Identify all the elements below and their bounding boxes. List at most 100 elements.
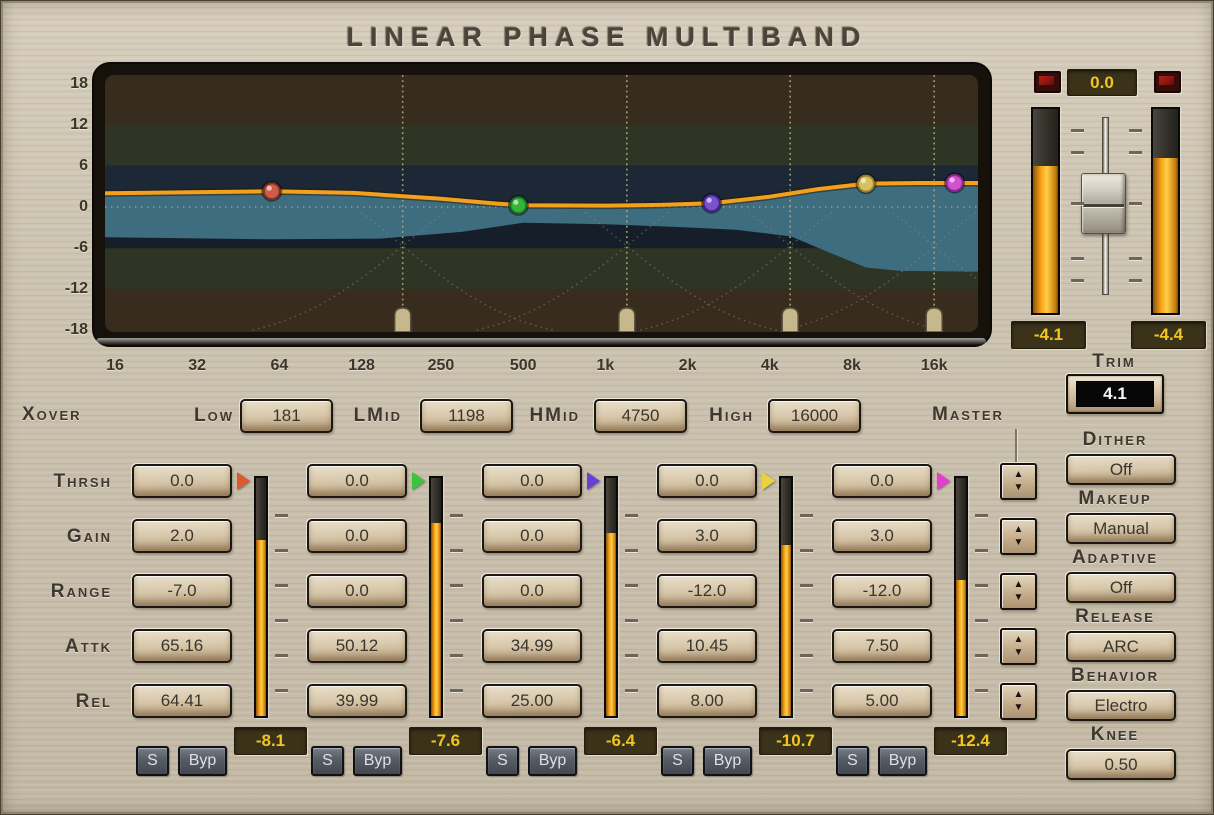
clip-light-left[interactable]: [1034, 71, 1061, 93]
spinner-up-icon[interactable]: ▲: [1014, 635, 1024, 645]
high-mid-attk-value[interactable]: 10.45: [657, 629, 757, 663]
master-rel-spinner[interactable]: ▲▼: [1000, 683, 1037, 720]
trim-display-frame[interactable]: 4.1: [1066, 374, 1164, 414]
high-gain-value[interactable]: 3.0: [832, 519, 932, 553]
high-range-value[interactable]: -12.0: [832, 574, 932, 608]
master-range-spinner[interactable]: ▲▼: [1000, 573, 1037, 610]
db-tick-label: 0: [36, 198, 88, 216]
freq-tick-label: 8k: [827, 357, 877, 375]
master-thrsh-spinner[interactable]: ▲▼: [1000, 463, 1037, 500]
adaptive-button[interactable]: Off: [1066, 572, 1176, 603]
xover-hmid-value[interactable]: 4750: [594, 399, 687, 433]
spinner-down-icon[interactable]: ▼: [1014, 538, 1024, 548]
low-mid-band-marker[interactable]: [509, 196, 528, 215]
spinner-up-icon[interactable]: ▲: [1014, 525, 1024, 535]
low-attk-value[interactable]: 65.16: [132, 629, 232, 663]
mid-rel-value[interactable]: 25.00: [482, 684, 582, 718]
fader-tick: [1129, 151, 1142, 154]
low-threshold-arrow-icon[interactable]: [237, 472, 250, 490]
high-rel-value[interactable]: 5.00: [832, 684, 932, 718]
high-mid-thrsh-value[interactable]: 0.0: [657, 464, 757, 498]
fader-tick: [1129, 279, 1142, 282]
high-band-marker[interactable]: [945, 173, 964, 192]
mid-gain-value[interactable]: 0.0: [482, 519, 582, 553]
high-mid-gain-value[interactable]: 3.0: [657, 519, 757, 553]
spinner-down-icon[interactable]: ▼: [1014, 703, 1024, 713]
dither-button[interactable]: Off: [1066, 454, 1176, 485]
low-solo-button[interactable]: S: [136, 746, 169, 776]
mid-bypass-button[interactable]: Byp: [528, 746, 577, 776]
mid-thrsh-value[interactable]: 0.0: [482, 464, 582, 498]
crossover-handle[interactable]: [926, 308, 942, 332]
low-mid-threshold-arrow-icon[interactable]: [412, 472, 425, 490]
output-fader-knob[interactable]: [1081, 173, 1126, 234]
clip-light-right[interactable]: [1154, 71, 1181, 93]
low-mid-meter-tick: [450, 619, 463, 622]
output-gain-display[interactable]: 0.0: [1067, 69, 1137, 96]
xover-lmid-value[interactable]: 1198: [420, 399, 513, 433]
mid-meter-tick: [625, 619, 638, 622]
high-solo-button[interactable]: S: [836, 746, 869, 776]
mid-meter-readout: -6.4: [584, 727, 657, 755]
low-mid-bypass-button[interactable]: Byp: [353, 746, 402, 776]
high-thrsh-value[interactable]: 0.0: [832, 464, 932, 498]
low-rel-value[interactable]: 64.41: [132, 684, 232, 718]
crossover-handle[interactable]: [619, 308, 635, 332]
high-mid-range-value[interactable]: -12.0: [657, 574, 757, 608]
mid-meter-tick: [625, 584, 638, 587]
high-mid-solo-button[interactable]: S: [661, 746, 694, 776]
high-gr-meter-fill: [956, 580, 966, 716]
low-bypass-button[interactable]: Byp: [178, 746, 227, 776]
mid-range-value[interactable]: 0.0: [482, 574, 582, 608]
multiband-graph[interactable]: [92, 62, 992, 347]
spinner-up-icon[interactable]: ▲: [1014, 470, 1024, 480]
low-mid-meter-tick: [450, 549, 463, 552]
low-mid-range-value[interactable]: 0.0: [307, 574, 407, 608]
high-mid-threshold-arrow-icon[interactable]: [762, 472, 775, 490]
low-mid-attk-value[interactable]: 50.12: [307, 629, 407, 663]
low-mid-thrsh-value[interactable]: 0.0: [307, 464, 407, 498]
mid-threshold-arrow-icon[interactable]: [587, 472, 600, 490]
spinner-up-icon[interactable]: ▲: [1014, 690, 1024, 700]
freq-tick-label: 16k: [909, 357, 959, 375]
xover-label: Xover: [22, 405, 82, 424]
spinner-down-icon[interactable]: ▼: [1014, 593, 1024, 603]
xover-low-value[interactable]: 181: [240, 399, 333, 433]
low-range-value[interactable]: -7.0: [132, 574, 232, 608]
mid-solo-button[interactable]: S: [486, 746, 519, 776]
db-tick-label: -18: [36, 321, 88, 339]
low-mid-gain-value[interactable]: 0.0: [307, 519, 407, 553]
row-label-thrsh: Thrsh: [12, 472, 112, 491]
knee-button[interactable]: 0.50: [1066, 749, 1176, 780]
release-button[interactable]: ARC: [1066, 631, 1176, 662]
master-gain-spinner[interactable]: ▲▼: [1000, 518, 1037, 555]
spinner-down-icon[interactable]: ▼: [1014, 648, 1024, 658]
row-label-range: Range: [12, 582, 112, 601]
high-mid-band-marker[interactable]: [856, 174, 875, 193]
high-threshold-arrow-icon[interactable]: [937, 472, 950, 490]
low-band-marker[interactable]: [262, 182, 281, 201]
xover-hmid-label: HMid: [512, 406, 580, 425]
low-gain-value[interactable]: 2.0: [132, 519, 232, 553]
high-mid-bypass-button[interactable]: Byp: [703, 746, 752, 776]
spinner-up-icon[interactable]: ▲: [1014, 580, 1024, 590]
output-meter-left-readout: -4.1: [1011, 321, 1086, 349]
low-mid-rel-value[interactable]: 39.99: [307, 684, 407, 718]
high-attk-value[interactable]: 7.50: [832, 629, 932, 663]
mid-attk-value[interactable]: 34.99: [482, 629, 582, 663]
high-mid-rel-value[interactable]: 8.00: [657, 684, 757, 718]
makeup-button[interactable]: Manual: [1066, 513, 1176, 544]
freq-tick-label: 2k: [663, 357, 713, 375]
low-thrsh-value[interactable]: 0.0: [132, 464, 232, 498]
xover-high-value[interactable]: 16000: [768, 399, 861, 433]
low-mid-solo-button[interactable]: S: [311, 746, 344, 776]
behavior-button[interactable]: Electro: [1066, 690, 1176, 721]
low-mid-meter-readout: -7.6: [409, 727, 482, 755]
high-bypass-button[interactable]: Byp: [878, 746, 927, 776]
crossover-handle[interactable]: [395, 308, 411, 332]
crossover-handle[interactable]: [782, 308, 798, 332]
spinner-down-icon[interactable]: ▼: [1014, 483, 1024, 493]
mid-band-marker[interactable]: [702, 194, 721, 213]
master-attk-spinner[interactable]: ▲▼: [1000, 628, 1037, 665]
high-mid-meter-tick: [800, 654, 813, 657]
